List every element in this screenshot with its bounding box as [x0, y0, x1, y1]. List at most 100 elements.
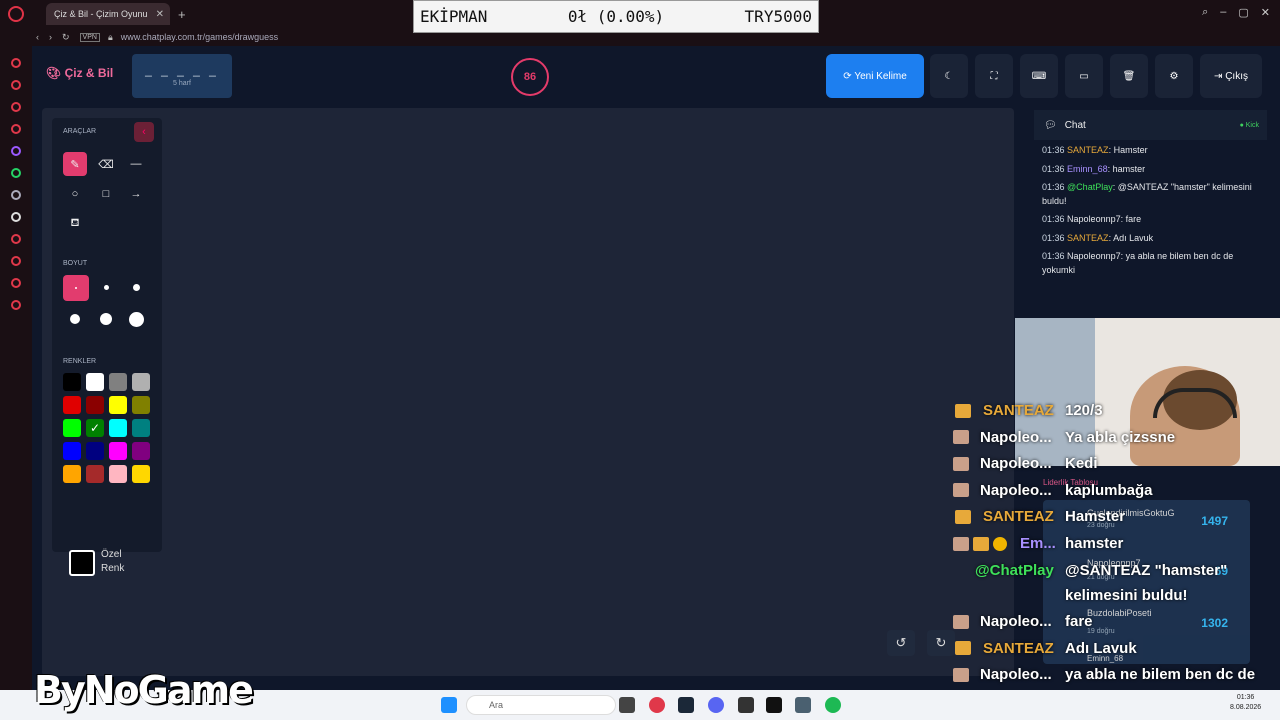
color-swatch[interactable]	[63, 373, 81, 391]
opera-taskbar-icon[interactable]	[649, 697, 665, 713]
x-icon[interactable]	[11, 212, 21, 222]
steam-icon[interactable]	[678, 697, 694, 713]
whatsapp-icon[interactable]	[11, 168, 21, 178]
chat-messages: 01:36 SANTEAZ: Hamster 01:36 Eminn_68: h…	[1034, 140, 1267, 286]
dark-mode-button[interactable]: ☾	[930, 54, 968, 98]
new-tab-icon[interactable]: +	[178, 7, 186, 22]
color-swatch[interactable]	[132, 373, 150, 391]
close-window-icon[interactable]: ✕	[1261, 6, 1270, 19]
windows-start-icon[interactable]	[441, 697, 457, 713]
extensions-icon[interactable]	[11, 278, 21, 288]
spotify-icon[interactable]	[11, 234, 21, 244]
color-swatch[interactable]	[132, 419, 150, 437]
history-icon[interactable]	[11, 256, 21, 266]
arrow-tool[interactable]: →	[124, 182, 148, 206]
square-icon: □	[102, 188, 110, 200]
screen: Çiz & Bil - Çizim Oyunu ✕ + ⌕ – ▢ ✕ ‹ › …	[0, 0, 1280, 720]
opera-logo-icon[interactable]	[8, 6, 24, 22]
size-1[interactable]	[63, 275, 89, 301]
eraser-tool[interactable]: ⌫	[94, 152, 118, 176]
custom-color-swatch[interactable]	[69, 550, 95, 576]
discord-icon[interactable]	[11, 190, 21, 200]
collapse-panel-button[interactable]: ‹	[134, 122, 154, 142]
taskbar-search[interactable]: Ara	[466, 695, 616, 715]
circle-tool[interactable]: ○	[63, 182, 87, 206]
app-icon-5[interactable]	[738, 697, 754, 713]
color-swatch[interactable]	[63, 465, 81, 483]
discord-taskbar-icon[interactable]	[708, 697, 724, 713]
color-swatch[interactable]	[86, 373, 104, 391]
taskbar-search-label: Ara	[489, 700, 504, 710]
back-icon[interactable]: ‹	[36, 32, 39, 42]
chat-message: 01:36 @ChatPlay: @SANTEAZ "hamster" keli…	[1042, 182, 1252, 206]
color-swatch[interactable]	[109, 373, 127, 391]
app-icon-7[interactable]	[795, 697, 811, 713]
archive-button[interactable]: ▭	[1065, 54, 1103, 98]
bynogame-watermark: ByNoGame	[34, 668, 254, 712]
color-swatch[interactable]	[132, 442, 150, 460]
settings-button[interactable]: ⚙	[1155, 54, 1193, 98]
sidebar-icon-3[interactable]	[11, 102, 21, 112]
avatar-badge-icon	[953, 615, 969, 629]
msg-text: fare	[1125, 214, 1142, 224]
undo-button[interactable]: ↺	[887, 630, 915, 656]
url-field[interactable]: www.chatplay.com.tr/games/drawguess	[121, 32, 278, 42]
vpn-badge[interactable]: VPN	[79, 32, 100, 42]
keyboard-icon: ⌨	[1031, 70, 1047, 82]
color-swatch[interactable]	[109, 465, 127, 483]
color-swatch[interactable]	[86, 465, 104, 483]
minimize-icon[interactable]: –	[1220, 6, 1226, 19]
browser-tab[interactable]: Çiz & Bil - Çizim Oyunu ✕	[46, 3, 170, 25]
stream-chat-user: @ChatPlay	[975, 562, 1054, 579]
line-tool[interactable]: —	[124, 152, 148, 176]
color-swatch[interactable]	[86, 396, 104, 414]
sidebar-icon-2[interactable]	[11, 80, 21, 90]
keyboard-button[interactable]: ⌨	[1020, 54, 1058, 98]
taskview-icon[interactable]	[619, 697, 635, 713]
size-2[interactable]	[94, 275, 118, 299]
exit-button[interactable]: ⇥ Çıkış	[1200, 54, 1262, 98]
color-swatch[interactable]	[132, 465, 150, 483]
stream-chat-text: Kedi	[1065, 455, 1098, 472]
app-logo[interactable]: 🎨︎ Çiz & Bil	[46, 66, 113, 80]
crown-badge-icon	[955, 404, 971, 418]
msg-user: @ChatPlay	[1067, 182, 1113, 192]
tools-panel: ARAÇLAR ‹ ✎ ⌫ — ○ □ → ⛾ BOYUT RENKLER ✓ …	[52, 118, 162, 576]
redo-button[interactable]: ↻	[927, 630, 955, 656]
equip-target: TRY5000	[744, 7, 812, 26]
color-swatch[interactable]	[109, 419, 127, 437]
drawing-canvas[interactable]	[42, 108, 1014, 676]
color-swatch[interactable]	[63, 396, 81, 414]
clear-button[interactable]: 🗑︎	[1110, 54, 1148, 98]
color-swatch[interactable]	[109, 442, 127, 460]
search-icon[interactable]: ⌕	[1202, 6, 1208, 19]
color-swatch[interactable]	[86, 442, 104, 460]
maximize-icon[interactable]: ▢	[1238, 6, 1248, 19]
rectangle-tool[interactable]: □	[94, 182, 118, 206]
crown-badge-icon	[973, 537, 989, 551]
size-4[interactable]	[63, 307, 87, 331]
sidebar-icon-1[interactable]	[11, 58, 21, 68]
settings-icon[interactable]	[11, 300, 21, 310]
size-5[interactable]	[94, 307, 118, 331]
brush-tool[interactable]: ✎	[63, 152, 87, 176]
reload-icon[interactable]: ↻	[62, 32, 70, 43]
fill-tool[interactable]: ⛾	[63, 212, 87, 236]
color-swatch[interactable]	[132, 396, 150, 414]
taskbar-clock[interactable]: 01:36 8.08.2026	[1230, 693, 1261, 713]
fullscreen-button[interactable]: ⛶	[975, 54, 1013, 98]
twitch-icon[interactable]	[11, 146, 21, 156]
app-icon-6[interactable]	[766, 697, 782, 713]
sidebar-icon-4[interactable]	[11, 124, 21, 134]
color-swatch[interactable]	[63, 442, 81, 460]
color-swatch[interactable]: ✓	[86, 419, 104, 437]
size-3[interactable]	[124, 275, 148, 299]
size-6[interactable]	[124, 307, 148, 331]
new-word-button[interactable]: ⟳ Yeni Kelime	[826, 54, 924, 98]
forward-icon[interactable]: ›	[49, 32, 52, 42]
close-tab-icon[interactable]: ✕	[156, 9, 164, 20]
color-swatch[interactable]	[109, 396, 127, 414]
color-swatch[interactable]	[63, 419, 81, 437]
spotify-taskbar-icon[interactable]	[825, 697, 841, 713]
stream-chat-text: Ya abla çizssne	[1065, 429, 1176, 446]
